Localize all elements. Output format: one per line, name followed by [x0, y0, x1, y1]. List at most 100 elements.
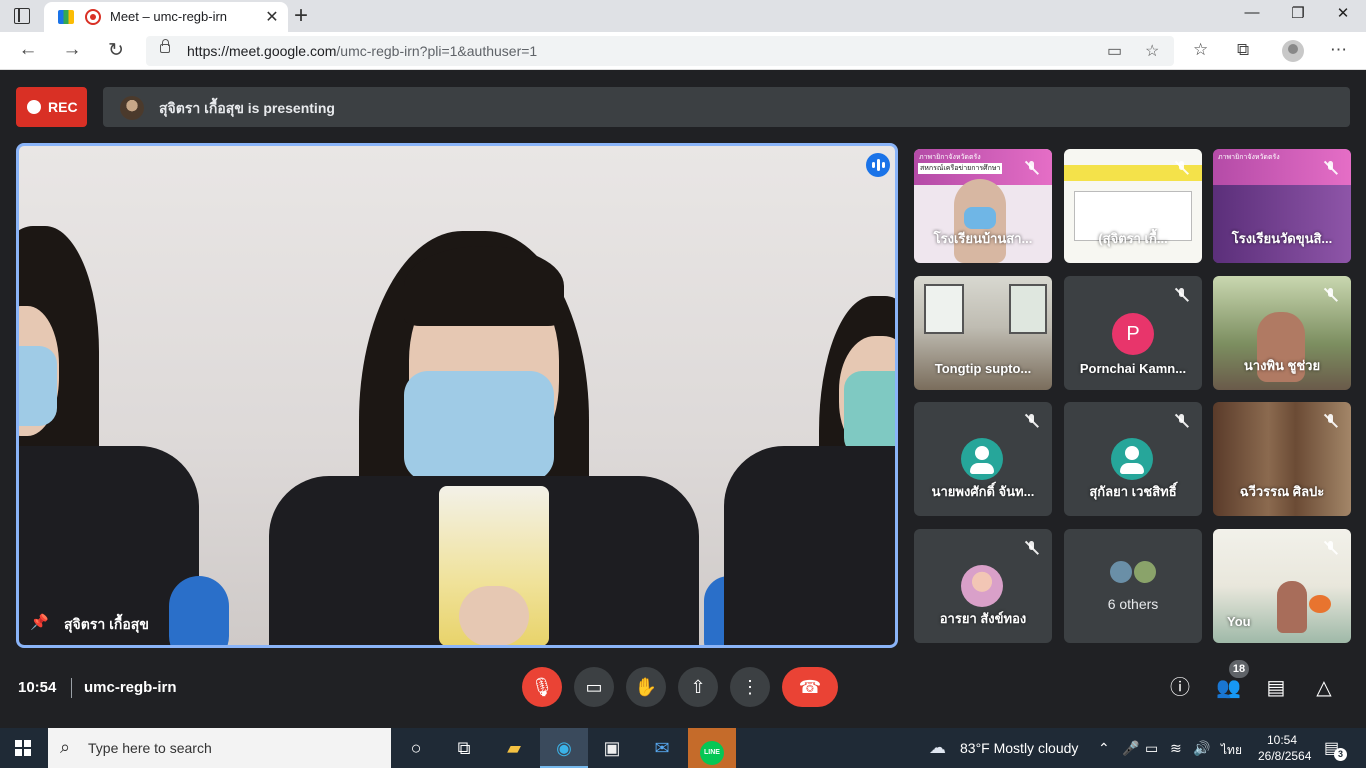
meeting-info-icon[interactable]: ⓘ [1168, 676, 1192, 700]
taskbar-search-input[interactable]: ⌕ Type here to search [48, 728, 391, 768]
activities-icon[interactable]: △ [1312, 676, 1336, 700]
add-favorite-icon[interactable]: ☆ [1145, 41, 1159, 61]
more-menu-icon[interactable]: ⋯ [1330, 40, 1347, 60]
person-center-bangs [404, 246, 564, 326]
more-options-button[interactable]: ⋮ [730, 667, 770, 707]
minimize-button[interactable]: — [1229, 4, 1275, 28]
participant-name: นางพิน ชูช่วย [1243, 358, 1321, 373]
chat-icon[interactable]: ▤ [1264, 676, 1288, 700]
maximize-button[interactable]: ❐ [1275, 4, 1321, 28]
video-camera-icon: ▭ [585, 677, 603, 697]
forward-icon[interactable]: → [60, 39, 84, 61]
others-count: 6 others [1107, 596, 1159, 612]
search-placeholder: Type here to search [88, 740, 212, 756]
notification-count: 3 [1334, 748, 1347, 761]
url-host: https://meet.google.com [187, 43, 337, 59]
slide-header-text: ภาพายิกาจังหวัดตรัง [919, 154, 981, 161]
tray-chevron-icon[interactable]: ⌃ [1098, 740, 1110, 757]
volume-icon[interactable]: 🔊 [1193, 740, 1210, 757]
participant-tile[interactable]: นางพิน ชูช่วย [1213, 276, 1351, 390]
tab-actions-icon[interactable] [14, 8, 30, 24]
camera-toggle-button[interactable]: ▭ [574, 667, 614, 707]
weather-icon[interactable]: ☁ [929, 738, 946, 758]
meeting-code: umc-regb-irn [84, 679, 177, 696]
mic-off-icon [1323, 160, 1339, 176]
refresh-icon[interactable]: ↻ [104, 39, 128, 62]
new-tab-button[interactable]: + [294, 2, 308, 30]
self-name: You [1227, 614, 1251, 629]
mic-off-icon [1174, 287, 1190, 303]
input-language[interactable]: ไทย [1221, 741, 1242, 760]
present-button[interactable]: ⇧ [678, 667, 718, 707]
browser-tabbar: Meet – umc-regb-irn ✕ + — ❐ ✕ [0, 0, 1366, 32]
mask-shape [964, 207, 996, 229]
camera-in-use-icon[interactable]: ▭ [1107, 41, 1122, 61]
others-tile[interactable]: 6 others [1064, 529, 1202, 643]
speaking-indicator-icon [866, 153, 890, 177]
mic-toggle-button[interactable]: 🎙 [522, 667, 562, 707]
url-field[interactable]: https://meet.google.com/umc-regb-irn?pli… [146, 36, 1174, 66]
participant-name: โรงเรียนวัดขุนสิ... [1231, 231, 1333, 246]
battery-icon[interactable]: ▭ [1145, 740, 1158, 757]
self-tile[interactable]: You [1213, 529, 1351, 643]
raise-hand-button[interactable]: ✋ [626, 667, 666, 707]
divider [71, 678, 72, 698]
participant-tile[interactable]: ภาพายิกาจังหวัดตรัง สหกรณ์เครือข่ายการศึก… [914, 149, 1052, 263]
participant-tile[interactable]: Tongtip supto... [914, 276, 1052, 390]
person-right-mask [844, 371, 895, 456]
participant-name: (สุจิตรา เกื้... [1098, 231, 1168, 246]
line-app-icon[interactable]: LINE [688, 728, 736, 768]
cortana-icon[interactable]: ○ [392, 728, 440, 768]
participant-name: โรงเรียนบ้านสา... [933, 231, 1033, 246]
mic-off-icon: 🎙 [530, 677, 554, 697]
person-center-hand [459, 586, 529, 645]
main-video-feed[interactable]: 📌 สุจิตรา เกื้อสุข [16, 143, 898, 648]
task-view-icon[interactable]: ⧉ [440, 728, 488, 768]
participant-avatar [1111, 438, 1153, 480]
url-path: /umc-regb-irn?pli=1&authuser=1 [336, 43, 538, 59]
chair-left [169, 576, 229, 645]
favorites-icon[interactable]: ☆ [1193, 40, 1208, 60]
meet-favicon-icon [58, 10, 74, 24]
pin-icon[interactable]: 📌 [30, 613, 49, 631]
participant-tile[interactable]: สุกัลยา เวชสิทธิ์ [1064, 402, 1202, 516]
line-icon: LINE [700, 741, 724, 765]
participant-name: นายพงศักดิ์ จันท... [931, 484, 1035, 499]
lock-icon[interactable] [160, 39, 170, 53]
mic-off-icon [1174, 160, 1190, 176]
mic-off-icon [1323, 287, 1339, 303]
mail-icon[interactable]: ✉ [638, 728, 686, 768]
participant-tile[interactable]: (สุจิตรา เกื้... [1064, 149, 1202, 263]
record-icon [27, 100, 41, 114]
browser-tab[interactable]: Meet – umc-regb-irn ✕ [44, 2, 288, 32]
main-speaker-name: สุจิตรา เกื้อสุข [64, 616, 149, 632]
profile-avatar[interactable] [1282, 40, 1304, 62]
collections-icon[interactable]: ⧉ [1237, 40, 1249, 60]
weather-text[interactable]: 83°F Mostly cloudy [960, 740, 1078, 756]
person-left-mask [19, 346, 57, 426]
participant-tile[interactable]: นายพงศักดิ์ จันท... [914, 402, 1052, 516]
participant-tile[interactable]: P Pornchai Kamn... [1064, 276, 1202, 390]
windows-taskbar: ⌕ Type here to search ○ ⧉ ▰ ◉ ▣ ✉ LINE ☁… [0, 728, 1366, 768]
windows-start-icon[interactable] [15, 740, 31, 756]
participant-tile[interactable]: ภาพายิกาจังหวัดตรัง โรงเรียนวัดขุนสิ... [1213, 149, 1351, 263]
microphone-tray-icon[interactable]: 🎤 [1122, 740, 1139, 757]
close-window-button[interactable]: ✕ [1320, 4, 1366, 28]
close-tab-icon[interactable]: ✕ [262, 7, 282, 27]
participant-tile[interactable]: อารยา สังข์ทอง [914, 529, 1052, 643]
store-icon[interactable]: ▣ [588, 728, 636, 768]
wifi-icon[interactable]: ≋ [1170, 740, 1182, 757]
participant-name: อารยา สังข์ทอง [939, 611, 1027, 626]
clock-date: 26/8/2564 [1258, 749, 1312, 763]
mic-off-icon [1323, 540, 1339, 556]
window-shape [924, 284, 964, 334]
file-explorer-icon[interactable]: ▰ [490, 728, 538, 768]
back-icon[interactable]: ← [16, 39, 40, 61]
window-shape [1009, 284, 1047, 334]
system-clock[interactable]: 10:54 26/8/2564 [1258, 732, 1312, 764]
leave-call-button[interactable]: ☎ [782, 667, 838, 707]
edge-browser-icon[interactable]: ◉ [540, 728, 588, 768]
participant-tile[interactable]: ฉวีวรรณ ศิลปะ [1213, 402, 1351, 516]
orange-object [1309, 595, 1331, 613]
people-icon[interactable]: 👥 [1216, 676, 1241, 700]
